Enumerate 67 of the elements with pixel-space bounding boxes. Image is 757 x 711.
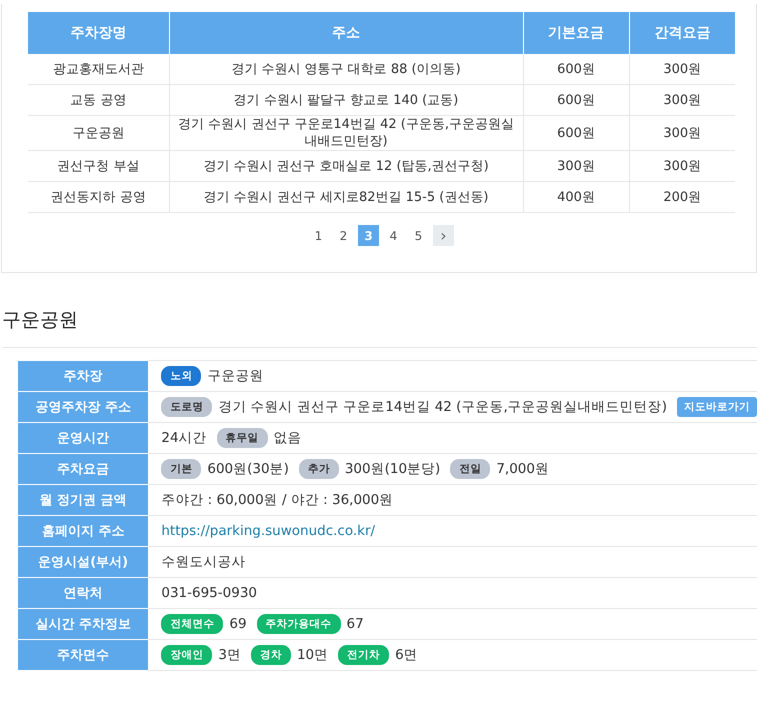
row-label: 공영주차장 주소: [18, 392, 148, 422]
page-button[interactable]: 2: [333, 225, 354, 246]
table-cell: 구운공원: [28, 116, 169, 150]
tag-label: 전일: [450, 459, 490, 479]
field-value: 7,000원: [496, 460, 549, 478]
row-label: 운영시설(부서): [18, 546, 148, 578]
page-button[interactable]: 4: [383, 225, 404, 246]
row-label: 연락처: [18, 578, 148, 608]
page-button[interactable]: 5: [408, 225, 429, 246]
field-value: 031-695-0930: [161, 585, 257, 601]
tag-label: 전기차: [338, 645, 390, 665]
field-value: 6면: [395, 646, 418, 664]
tag-label: 기본: [161, 459, 202, 479]
field-value: 600원(30분): [207, 460, 289, 478]
field-value: 없음: [274, 429, 302, 447]
field-value: 경기 수원시 권선구 구운로14번길 42 (구운동,구운공원실내배드민턴장): [218, 398, 667, 416]
tag-label: 장애인: [161, 645, 212, 665]
row-label: 주차요금: [18, 454, 148, 484]
tag-label: 휴무일: [216, 428, 268, 448]
tag-label: 주차가용대수: [256, 614, 341, 634]
table-cell: 경기 수원시 권선구 호매실로 12 (탑동,권선구청): [169, 150, 523, 182]
field-value: 300원(10분당): [344, 460, 440, 478]
table-cell: 경기 수원시 권선구 구운로14번길 42 (구운동,구운공원실 내배드민턴장): [169, 116, 523, 150]
next-page-button[interactable]: ›: [433, 225, 454, 246]
table-cell: 광교홍재도서관: [28, 54, 169, 84]
table-cell: 200원: [629, 182, 735, 212]
table-cell: 600원: [523, 84, 629, 116]
tag-label: 도로명: [161, 397, 212, 417]
row-label: 주차면수: [18, 640, 148, 670]
column-header: 주차장명: [28, 12, 169, 54]
field-value: 67: [346, 616, 364, 632]
tag-label: 노외: [161, 366, 202, 386]
field-value: 주야간 : 60,000원 / 야간 : 36,000원: [161, 491, 394, 509]
field-value: 69: [229, 616, 247, 632]
table-cell: 300원: [629, 54, 735, 84]
table-cell: 600원: [523, 54, 629, 84]
row-label: 홈페이지 주소: [18, 516, 148, 546]
tag-label: 추가: [298, 459, 339, 479]
table-cell: 권선구청 부설: [28, 150, 169, 182]
table-cell: 300원: [523, 150, 629, 182]
field-value: 구운공원: [207, 367, 264, 385]
row-label: 운영시간: [18, 422, 148, 454]
table-cell: 교동 공영: [28, 84, 169, 116]
field-value: 3면: [218, 646, 241, 664]
tag-label: 경차: [250, 645, 291, 665]
table-cell: 300원: [629, 84, 735, 116]
table-cell: 600원: [523, 116, 629, 150]
row-label: 실시간 주차정보: [18, 608, 148, 640]
section-title: 구운공원: [2, 307, 757, 348]
field-value: 24시간: [161, 429, 207, 447]
table-cell: 경기 수원시 권선구 세지로82번길 15-5 (권선동): [169, 182, 523, 212]
row-label: 주차장: [18, 360, 148, 392]
table-cell: 300원: [629, 150, 735, 182]
table-cell: 권선동지하 공영: [28, 182, 169, 212]
table-cell: 400원: [523, 182, 629, 212]
tag-label: 전체면수: [161, 614, 224, 634]
row-label: 월 정기권 금액: [18, 484, 148, 516]
column-header: 간격요금: [629, 12, 735, 54]
table-cell: 경기 수원시 팔달구 향교로 140 (교동): [169, 84, 523, 116]
homepage-link[interactable]: https://parking.suwonudc.co.kr/: [161, 523, 376, 539]
page-button[interactable]: 1: [308, 225, 329, 246]
field-value: 10면: [296, 646, 328, 664]
table-cell: 경기 수원시 영통구 대학로 88 (이의동): [169, 54, 523, 84]
column-header: 주소: [169, 12, 523, 54]
column-header: 기본요금: [523, 12, 629, 54]
field-value: 수원도시공사: [161, 553, 246, 571]
table-cell: 300원: [629, 116, 735, 150]
